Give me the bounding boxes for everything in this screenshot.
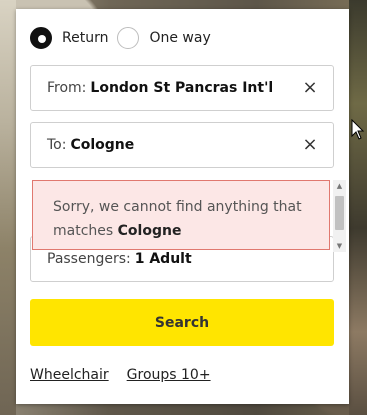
error-text-prefix: matches xyxy=(53,223,114,239)
error-search-term: Cologne xyxy=(117,223,182,239)
to-value: Cologne xyxy=(70,137,135,153)
no-results-message: Sorry, we cannot find anything that matc… xyxy=(32,180,330,250)
to-label: To: xyxy=(47,137,67,153)
passengers-value: 1 Adult xyxy=(134,251,192,267)
one-way-label: One way xyxy=(149,30,211,46)
suggestions-scrollbar[interactable]: ▲ ▼ xyxy=(333,180,346,252)
radio-selected-dot xyxy=(38,35,46,43)
background-right-edge xyxy=(349,0,367,415)
one-way-radio[interactable] xyxy=(117,27,140,49)
background-left-edge xyxy=(0,0,16,415)
mouse-pointer-icon xyxy=(351,119,365,140)
groups-link[interactable]: Groups 10+ xyxy=(127,367,211,383)
trip-type-return-option[interactable]: Return xyxy=(30,27,108,49)
close-icon[interactable]: × xyxy=(301,78,319,98)
from-field[interactable]: From: London St Pancras Int'l × xyxy=(30,65,334,111)
error-text-line1: Sorry, we cannot find anything that xyxy=(53,199,302,215)
trip-type-one-way-option[interactable]: One way xyxy=(117,27,211,49)
from-label: From: xyxy=(47,80,87,96)
triangle-up-icon[interactable]: ▲ xyxy=(333,180,346,192)
return-label: Return xyxy=(62,30,109,46)
wheelchair-link[interactable]: Wheelchair xyxy=(30,367,109,383)
search-panel: Return One way From: London St Pancras I… xyxy=(16,9,349,404)
return-radio[interactable] xyxy=(30,27,52,49)
accessibility-links: Wheelchair Groups 10+ xyxy=(30,367,229,383)
trip-type-radio-group: Return One way xyxy=(30,26,220,50)
to-field[interactable]: To: Cologne × xyxy=(30,122,334,168)
scrollbar-thumb[interactable] xyxy=(335,196,344,230)
triangle-down-icon[interactable]: ▼ xyxy=(333,240,346,252)
close-icon[interactable]: × xyxy=(301,135,319,155)
passengers-label: Passengers: xyxy=(47,251,131,267)
search-button[interactable]: Search xyxy=(30,299,334,346)
from-value: London St Pancras Int'l xyxy=(90,80,274,96)
error-text-line2: matches Cologne xyxy=(53,219,309,243)
